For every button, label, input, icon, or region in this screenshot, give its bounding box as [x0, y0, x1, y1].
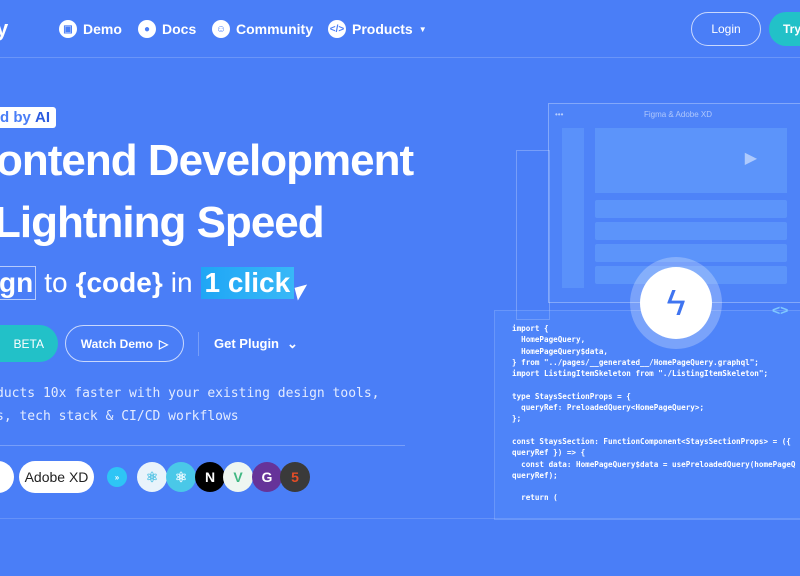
window-title: Figma & Adobe XD: [643, 110, 713, 119]
code-word: {code}: [75, 267, 163, 298]
play-icon: ▶: [744, 150, 757, 167]
watch-demo-button[interactable]: Watch Demo ▷: [65, 325, 184, 362]
list-row-mockup: [595, 222, 787, 240]
nav-label: Docs: [162, 21, 197, 37]
divider: [198, 332, 199, 356]
login-button[interactable]: Login: [691, 12, 761, 46]
divider: [0, 445, 405, 446]
badge-ai: AI: [35, 109, 51, 126]
docs-icon: ●: [138, 20, 156, 38]
beta-label: BETA: [13, 336, 44, 351]
logo[interactable]: y: [0, 16, 8, 42]
description-line1: ducts 10x faster with your existing desi…: [0, 386, 380, 401]
figma-pill[interactable]: [0, 461, 14, 493]
badge-text: d by: [0, 109, 36, 126]
play-icon: ▷: [159, 336, 169, 351]
arrows-icon: »: [107, 467, 127, 487]
nextjs-icon: N: [195, 462, 225, 492]
code-icon: </>: [328, 20, 346, 38]
get-plugin-dropdown[interactable]: Get Plugin ⌄: [214, 336, 298, 352]
react-icon: ⚛: [137, 462, 167, 492]
sidebar-mockup: [562, 128, 584, 288]
button-label: Get Plugin: [214, 336, 279, 351]
window-dots-icon: •••: [555, 110, 564, 119]
try-free-button[interactable]: eeBETA: [0, 325, 58, 362]
list-row-mockup: [595, 200, 787, 218]
lightning-icon: ϟ: [640, 267, 712, 339]
list-row-mockup: [595, 244, 787, 262]
chevron-down-icon: ⌄: [287, 336, 298, 351]
hero-subtitle: gn to {code} in 1 click: [0, 266, 311, 300]
nav-label: Community: [236, 21, 313, 37]
nav-label: Products: [352, 21, 413, 37]
gatsby-icon: G: [252, 462, 282, 492]
frame-outline: [516, 150, 550, 320]
caret-down-icon: ▼: [418, 24, 427, 34]
nav-docs[interactable]: ● Docs: [138, 20, 196, 38]
design-word: gn: [0, 266, 37, 300]
try-button[interactable]: Try: [769, 12, 800, 46]
community-icon: ☺: [212, 20, 230, 38]
description-line2: s, tech stack & CI/CD workflows: [0, 409, 239, 424]
demo-icon: ▣: [59, 20, 77, 38]
hero-title-line1: ontend Development: [0, 136, 414, 185]
hero-title-line2: Lightning Speed: [0, 198, 325, 247]
divider: [0, 518, 800, 519]
nav-demo[interactable]: ▣ Demo: [59, 20, 122, 38]
code-snippet: import { HomePageQuery, HomePageQuery$da…: [512, 324, 796, 503]
code-brackets-icon: <>: [772, 302, 789, 318]
vue-icon: V: [223, 462, 253, 492]
top-nav: y ▣ Demo ● Docs ☺ Community </> Products ▼ Lo…: [0, 0, 800, 58]
adobe-xd-pill[interactable]: Adobe XD: [19, 461, 94, 493]
react-native-icon: ⚛: [166, 462, 196, 492]
button-label: Watch Demo: [80, 336, 153, 351]
to-word: to: [44, 267, 68, 298]
hero-card-mockup: ▶: [595, 128, 787, 193]
nav-label: Demo: [83, 21, 122, 37]
nav-products[interactable]: </> Products ▼: [328, 20, 427, 38]
nav-community[interactable]: ☺ Community: [212, 20, 313, 38]
one-click-highlight: 1 click: [200, 267, 295, 299]
code-panel: import { HomePageQuery, HomePageQuery$da…: [494, 310, 800, 520]
cursor-icon: [294, 284, 311, 300]
html5-icon: 5: [280, 462, 310, 492]
ai-badge: d by AI: [0, 107, 57, 128]
in-word: in: [170, 267, 193, 298]
